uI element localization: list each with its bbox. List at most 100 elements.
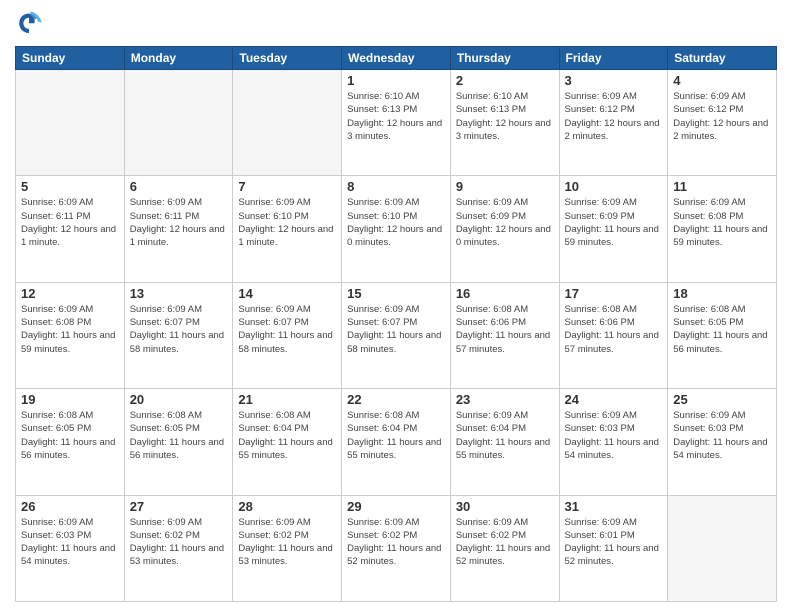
cell-info: Daylight: 11 hours and 55 minutes. (347, 436, 445, 463)
cell-info: Sunrise: 6:09 AM (238, 196, 336, 209)
day-number: 9 (456, 179, 554, 194)
day-number: 31 (565, 499, 663, 514)
day-number: 11 (673, 179, 771, 194)
cell-info: Sunset: 6:04 PM (238, 422, 336, 435)
cell-info: Sunrise: 6:10 AM (456, 90, 554, 103)
weekday-sunday: Sunday (16, 47, 125, 70)
cell-info: Sunrise: 6:09 AM (21, 516, 119, 529)
logo-icon (15, 10, 43, 38)
cell-info: Daylight: 11 hours and 54 minutes. (565, 436, 663, 463)
week-row-3: 19Sunrise: 6:08 AMSunset: 6:05 PMDayligh… (16, 389, 777, 495)
logo (15, 10, 47, 38)
page: SundayMondayTuesdayWednesdayThursdayFrid… (0, 0, 792, 612)
cell-info: Sunset: 6:08 PM (673, 210, 771, 223)
cell-info: Sunset: 6:11 PM (21, 210, 119, 223)
cell-info: Daylight: 11 hours and 58 minutes. (347, 329, 445, 356)
cell-info: Sunrise: 6:09 AM (130, 516, 228, 529)
cell-info: Daylight: 11 hours and 59 minutes. (565, 223, 663, 250)
cell-info: Daylight: 12 hours and 3 minutes. (347, 117, 445, 144)
week-row-2: 12Sunrise: 6:09 AMSunset: 6:08 PMDayligh… (16, 282, 777, 388)
cell-info: Sunrise: 6:09 AM (238, 516, 336, 529)
cell-info: Sunrise: 6:09 AM (456, 409, 554, 422)
cell-info: Sunset: 6:03 PM (21, 529, 119, 542)
calendar-cell: 9Sunrise: 6:09 AMSunset: 6:09 PMDaylight… (450, 176, 559, 282)
cell-info: Sunrise: 6:08 AM (238, 409, 336, 422)
calendar-cell (668, 495, 777, 601)
cell-info: Sunrise: 6:10 AM (347, 90, 445, 103)
cell-info: Sunset: 6:03 PM (565, 422, 663, 435)
cell-info: Sunset: 6:08 PM (21, 316, 119, 329)
cell-info: Sunrise: 6:09 AM (565, 196, 663, 209)
cell-info: Sunrise: 6:09 AM (347, 516, 445, 529)
cell-info: Sunset: 6:10 PM (238, 210, 336, 223)
day-number: 27 (130, 499, 228, 514)
cell-info: Daylight: 11 hours and 54 minutes. (673, 436, 771, 463)
cell-info: Sunset: 6:03 PM (673, 422, 771, 435)
calendar-cell: 25 Sunrise: 6:09 AMSunset: 6:03 PMDayligh… (668, 389, 777, 495)
cell-info: Sunrise: 6:08 AM (673, 303, 771, 316)
day-number: 15 (347, 286, 445, 301)
calendar-cell: 6Sunrise: 6:09 AMSunset: 6:11 PMDaylight… (124, 176, 233, 282)
day-number: 6 (130, 179, 228, 194)
cell-info: Sunrise: 6:08 AM (21, 409, 119, 422)
cell-info: Daylight: 11 hours and 57 minutes. (456, 329, 554, 356)
calendar-cell: 22Sunrise: 6:08 AMSunset: 6:04 PMDayligh… (342, 389, 451, 495)
cell-info: Sunset: 6:11 PM (130, 210, 228, 223)
calendar-cell (124, 70, 233, 176)
cell-info: Daylight: 11 hours and 55 minutes. (456, 436, 554, 463)
cell-info: Sunset: 6:05 PM (21, 422, 119, 435)
cell-info: Sunset: 6:07 PM (238, 316, 336, 329)
cell-info: Sunrise: 6:09 AM (673, 90, 771, 103)
cell-info: Sunrise: 6:09 AM (565, 516, 663, 529)
day-number: 26 (21, 499, 119, 514)
cell-info: Daylight: 11 hours and 52 minutes. (347, 542, 445, 569)
calendar-cell: 17Sunrise: 6:08 AMSunset: 6:06 PMDayligh… (559, 282, 668, 388)
calendar-cell: 23Sunrise: 6:09 AMSunset: 6:04 PMDayligh… (450, 389, 559, 495)
day-number: 22 (347, 392, 445, 407)
cell-info: Daylight: 12 hours and 2 minutes. (673, 117, 771, 144)
weekday-thursday: Thursday (450, 47, 559, 70)
cell-info: Daylight: 12 hours and 3 minutes. (456, 117, 554, 144)
cell-info: Sunrise: 6:09 AM (130, 303, 228, 316)
calendar-cell: 15Sunrise: 6:09 AMSunset: 6:07 PMDayligh… (342, 282, 451, 388)
calendar-cell: 11 Sunrise: 6:09 AMSunset: 6:08 PMDayligh… (668, 176, 777, 282)
cell-info: Sunrise: 6:08 AM (456, 303, 554, 316)
day-number: 23 (456, 392, 554, 407)
calendar-cell: 27Sunrise: 6:09 AMSunset: 6:02 PMDayligh… (124, 495, 233, 601)
cell-info: Sunset: 6:02 PM (238, 529, 336, 542)
cell-info: Sunrise: 6:09 AM (456, 516, 554, 529)
cell-info: Sunrise: 6:09 AM (238, 303, 336, 316)
cell-info: Sunrise: 6:09 AM (673, 409, 771, 422)
day-number: 8 (347, 179, 445, 194)
cell-info: Sunrise: 6:09 AM (456, 196, 554, 209)
day-number: 7 (238, 179, 336, 194)
cell-info: Sunset: 6:13 PM (456, 103, 554, 116)
cell-info: Daylight: 11 hours and 55 minutes. (238, 436, 336, 463)
calendar-cell: 19Sunrise: 6:08 AMSunset: 6:05 PMDayligh… (16, 389, 125, 495)
cell-info: Daylight: 11 hours and 59 minutes. (673, 223, 771, 250)
day-number: 25 (673, 392, 771, 407)
cell-info: Sunrise: 6:08 AM (130, 409, 228, 422)
cell-info: Sunset: 6:12 PM (565, 103, 663, 116)
calendar-cell: 13Sunrise: 6:09 AMSunset: 6:07 PMDayligh… (124, 282, 233, 388)
day-number: 24 (565, 392, 663, 407)
day-number: 10 (565, 179, 663, 194)
calendar-cell: 12Sunrise: 6:09 AMSunset: 6:08 PMDayligh… (16, 282, 125, 388)
weekday-header-row: SundayMondayTuesdayWednesdayThursdayFrid… (16, 47, 777, 70)
cell-info: Sunrise: 6:09 AM (21, 303, 119, 316)
cell-info: Sunset: 6:02 PM (130, 529, 228, 542)
cell-info: Daylight: 11 hours and 58 minutes. (130, 329, 228, 356)
cell-info: Sunrise: 6:09 AM (673, 196, 771, 209)
calendar-cell: 1Sunrise: 6:10 AMSunset: 6:13 PMDaylight… (342, 70, 451, 176)
cell-info: Sunset: 6:10 PM (347, 210, 445, 223)
calendar-cell: 7Sunrise: 6:09 AMSunset: 6:10 PMDaylight… (233, 176, 342, 282)
day-number: 13 (130, 286, 228, 301)
cell-info: Sunset: 6:12 PM (673, 103, 771, 116)
calendar-cell: 26Sunrise: 6:09 AMSunset: 6:03 PMDayligh… (16, 495, 125, 601)
cell-info: Sunset: 6:06 PM (565, 316, 663, 329)
cell-info: Daylight: 11 hours and 58 minutes. (238, 329, 336, 356)
calendar-cell: 3Sunrise: 6:09 AMSunset: 6:12 PMDaylight… (559, 70, 668, 176)
header (15, 10, 777, 38)
calendar-cell: 21Sunrise: 6:08 AMSunset: 6:04 PMDayligh… (233, 389, 342, 495)
cell-info: Daylight: 11 hours and 56 minutes. (673, 329, 771, 356)
